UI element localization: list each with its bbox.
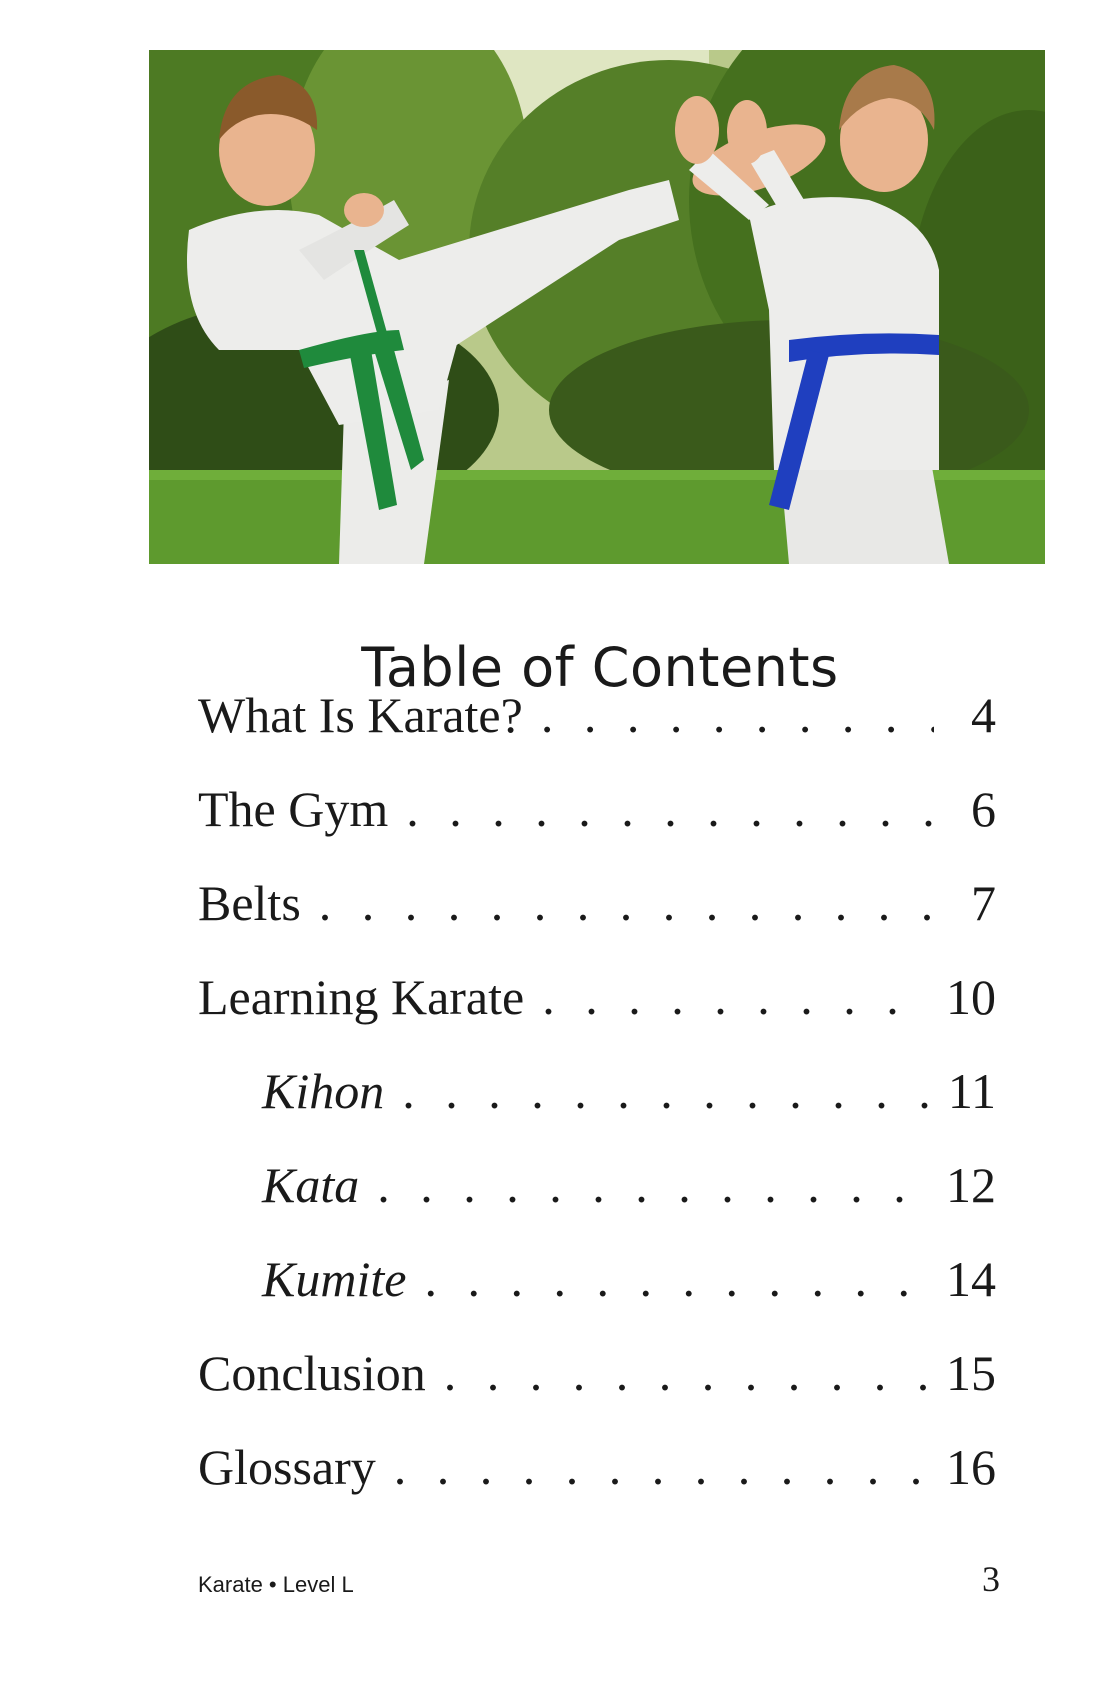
toc-entry-label: What Is Karate? [198, 687, 523, 743]
toc-entry-kumite[interactable]: Kumite 14 [198, 1250, 996, 1344]
toc-entry-label: Learning Karate [198, 969, 525, 1025]
toc-entry-label: Kata [262, 1157, 360, 1213]
toc-entry-page: 11 [947, 1063, 996, 1119]
toc-entry-label: Kumite [262, 1251, 407, 1307]
toc-entry-page: 7 [971, 875, 996, 931]
dot-leader [541, 686, 934, 744]
toc-entry-label: Kihon [262, 1063, 385, 1119]
dot-leader [444, 1344, 932, 1402]
toc-entry-kihon[interactable]: Kihon 11 [198, 1062, 996, 1156]
dot-leader [402, 1062, 934, 1120]
toc-entry-conclusion[interactable]: Conclusion 15 [198, 1344, 996, 1438]
toc-entry-label: Belts [198, 875, 301, 931]
toc-entry-the-gym[interactable]: The Gym 6 [198, 780, 996, 874]
footer-page-number: 3 [982, 1559, 1000, 1599]
footer-book-info: Karate • Level L [198, 1572, 354, 1597]
toc-entry-page: 4 [971, 687, 996, 743]
dot-leader [424, 1250, 932, 1308]
cover-photo [149, 50, 1045, 564]
toc-entry-page: 12 [946, 1157, 996, 1213]
toc-entry-kata[interactable]: Kata 12 [198, 1156, 996, 1250]
table-of-contents: What Is Karate? 4 The Gym 6 Belts 7 Lear… [198, 686, 996, 1532]
dot-leader [394, 1438, 932, 1496]
toc-entry-label: Conclusion [198, 1345, 426, 1401]
dot-leader [377, 1156, 932, 1214]
dot-leader [542, 968, 932, 1026]
dot-leader [319, 874, 934, 932]
toc-entry-page: 16 [946, 1439, 996, 1495]
toc-entry-page: 14 [946, 1251, 996, 1307]
toc-entry-glossary[interactable]: Glossary 16 [198, 1438, 996, 1532]
toc-entry-page: 15 [946, 1345, 996, 1401]
toc-entry-belts[interactable]: Belts 7 [198, 874, 996, 968]
toc-entry-what-is-karate[interactable]: What Is Karate? 4 [198, 686, 996, 780]
toc-entry-learning-karate[interactable]: Learning Karate 10 [198, 968, 996, 1062]
toc-entry-page: 6 [971, 781, 996, 837]
toc-entry-label: Glossary [198, 1439, 376, 1495]
dot-leader [406, 780, 934, 838]
toc-entry-label: The Gym [198, 781, 389, 837]
toc-entry-page: 10 [946, 969, 996, 1025]
